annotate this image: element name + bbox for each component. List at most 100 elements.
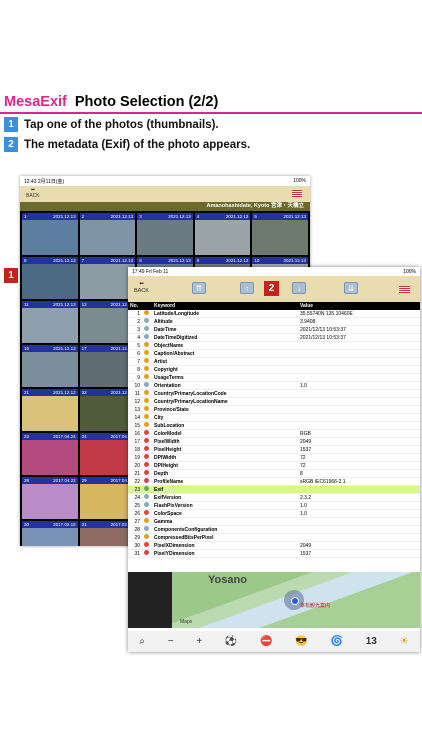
table-row[interactable]: 24 ExifVersion 2.3.2: [128, 493, 420, 503]
thumbnail-number: 5: [254, 214, 257, 219]
table-row[interactable]: 29 CompressedBitsPerPixel: [128, 533, 420, 543]
photo-thumbnail[interactable]: [22, 440, 78, 475]
thumbnail-caption: 12 2021.12.13: [79, 301, 136, 308]
thumbnail-cell[interactable]: 21 2021.12.12: [22, 389, 78, 431]
row-value: 2049: [298, 437, 420, 447]
thumbnail-cell[interactable]: 24 2017.04.22: [79, 433, 136, 475]
thumbnail-number: 7: [81, 258, 85, 263]
table-row[interactable]: 13 Province/State: [128, 405, 420, 415]
table-row[interactable]: 31 PixelYDimension 1537: [128, 549, 420, 559]
thumbnail-cell[interactable]: 23 2017.04.24: [22, 433, 78, 475]
photo-thumbnail[interactable]: [79, 352, 136, 387]
table-row[interactable]: 16 ColorModel RGB: [128, 429, 420, 439]
photo-thumbnail[interactable]: [252, 220, 308, 255]
back-button[interactable]: ⬅ BACK: [26, 187, 40, 199]
thumbnail-cell[interactable]: 30 2017.02.15: [22, 521, 78, 546]
table-row[interactable]: 15 SubLocation: [128, 421, 420, 431]
zoom-in-button[interactable]: +: [196, 636, 202, 647]
photo-thumbnail[interactable]: [22, 352, 78, 387]
thumbnail-cell[interactable]: 7 2021.12.13: [79, 257, 136, 299]
thumbnail-cell[interactable]: 3 2021.12.13: [137, 213, 193, 255]
table-row[interactable]: 9 UsageTerms: [128, 373, 420, 383]
photo-thumbnail[interactable]: [79, 220, 136, 255]
row-value: [298, 373, 420, 383]
emoji-icon[interactable]: 😎: [295, 636, 307, 647]
photo-thumbnail[interactable]: [194, 220, 251, 255]
table-row[interactable]: 22 ProfileName sRGB IEC61966-2.1: [128, 477, 420, 487]
table-row[interactable]: 30 PixelXDimension 2049: [128, 541, 420, 551]
table-row[interactable]: 10 Orientation 1.0: [128, 381, 420, 391]
table-row[interactable]: 21 Depth 8: [128, 469, 420, 479]
first-photo-button[interactable]: ⇈: [192, 282, 206, 294]
thumbnail-caption: 2 2021.12.13: [79, 213, 136, 220]
prev-photo-button[interactable]: ↑: [240, 282, 254, 294]
thumbnail-cell[interactable]: 4 2021.12.13: [194, 213, 251, 255]
thumbnail-cell[interactable]: 12 2021.12.13: [79, 301, 136, 343]
photo-thumbnail[interactable]: [22, 528, 78, 546]
thumbnail-number: 9: [196, 258, 200, 263]
table-row[interactable]: 7 Artist: [128, 357, 420, 367]
thumbnail-cell[interactable]: 1 2021.12.13: [22, 213, 78, 255]
table-row[interactable]: 26 ColorSpace 1.0: [128, 509, 420, 519]
table-row[interactable]: 3 DateTime 2021/12/13 10:53:37: [128, 325, 420, 335]
row-value: [298, 525, 420, 535]
thumbnail-cell[interactable]: 6 2021.12.13: [22, 257, 78, 299]
sun-icon[interactable]: ☀: [400, 636, 409, 647]
photo-thumbnail[interactable]: [79, 484, 136, 519]
photo-thumbnail[interactable]: [79, 440, 136, 475]
thumbnail-cell[interactable]: 2 2021.12.13: [79, 213, 136, 255]
table-row[interactable]: 6 Caption/Abstract: [128, 349, 420, 359]
us-flag-icon[interactable]: [399, 286, 410, 293]
search-location-icon[interactable]: ⌕: [139, 636, 145, 647]
next-photo-button[interactable]: ↓: [292, 282, 306, 294]
row-keyword: SubLocation: [152, 421, 298, 431]
no-entry-icon[interactable]: ⛔: [260, 636, 272, 647]
row-value: [298, 365, 420, 375]
table-row[interactable]: 8 Copyright: [128, 365, 420, 375]
map-photo-thumbnails[interactable]: [128, 572, 172, 628]
table-row[interactable]: 20 DPIHeight 72: [128, 461, 420, 471]
photo-thumbnail[interactable]: [22, 396, 78, 431]
photo-thumbnail[interactable]: [22, 308, 78, 343]
table-row[interactable]: 19 DPIWidth 72: [128, 453, 420, 463]
thumbnail-cell[interactable]: 5 2021.12.13: [252, 213, 308, 255]
thumbnail-caption: 4 2021.12.13: [194, 213, 251, 220]
table-row[interactable]: 14 City: [128, 413, 420, 423]
table-row[interactable]: 5 ObjectName: [128, 341, 420, 351]
spiral-icon[interactable]: 🌀: [331, 636, 343, 647]
photo-thumbnail[interactable]: [22, 484, 78, 519]
table-row[interactable]: 1 Latitude/Longitude 35.55740N 135.10460E: [128, 310, 420, 319]
thumbnail-cell[interactable]: 29 2017.04.22: [79, 477, 136, 519]
last-photo-button[interactable]: ⇊: [344, 282, 358, 294]
thumbnail-cell[interactable]: 31 2017.02.15: [79, 521, 136, 546]
photo-thumbnail[interactable]: [79, 308, 136, 343]
thumbnail-cell[interactable]: 28 2017.04.22: [22, 477, 78, 519]
row-number: 23: [128, 485, 142, 495]
photo-thumbnail[interactable]: [79, 528, 136, 546]
table-row[interactable]: 4 DateTimeDigitized 2021/12/13 10:53:37: [128, 333, 420, 343]
photo-thumbnail[interactable]: [22, 264, 78, 299]
table-row[interactable]: 12 Country/PrimaryLocationName: [128, 397, 420, 407]
table-row[interactable]: 23 Exif: [128, 485, 420, 495]
table-row[interactable]: 28 ComponentsConfiguration: [128, 525, 420, 535]
table-row[interactable]: 17 PixelWidth 2049: [128, 437, 420, 447]
back-button[interactable]: ⬅ BACK: [134, 281, 149, 295]
photo-thumbnail[interactable]: [79, 264, 136, 299]
row-value: [298, 389, 420, 399]
zoom-out-button[interactable]: −: [168, 636, 174, 647]
table-row[interactable]: 18 PixelHeight 1537: [128, 445, 420, 455]
thumbnail-cell[interactable]: 11 2021.12.13: [22, 301, 78, 343]
table-row[interactable]: 2 Altitude 3.9408: [128, 317, 420, 327]
table-row[interactable]: 11 Country/PrimaryLocationCode: [128, 389, 420, 399]
thumbnail-cell[interactable]: 16 2021.12.13: [22, 345, 78, 387]
thumbnail-cell[interactable]: 22 2021.12.12: [79, 389, 136, 431]
thumbnail-cell[interactable]: 17 2021.12.13: [79, 345, 136, 387]
map-view[interactable]: Yosano 傘松観光案内 Maps: [128, 572, 420, 628]
soccer-ball-icon[interactable]: ⚽: [225, 636, 237, 647]
photo-thumbnail[interactable]: [137, 220, 193, 255]
us-flag-icon[interactable]: [292, 190, 302, 197]
table-row[interactable]: 25 FlashPixVersion 1.0: [128, 501, 420, 511]
photo-thumbnail[interactable]: [79, 396, 136, 431]
photo-thumbnail[interactable]: [22, 220, 78, 255]
table-row[interactable]: 27 Gamma: [128, 517, 420, 527]
